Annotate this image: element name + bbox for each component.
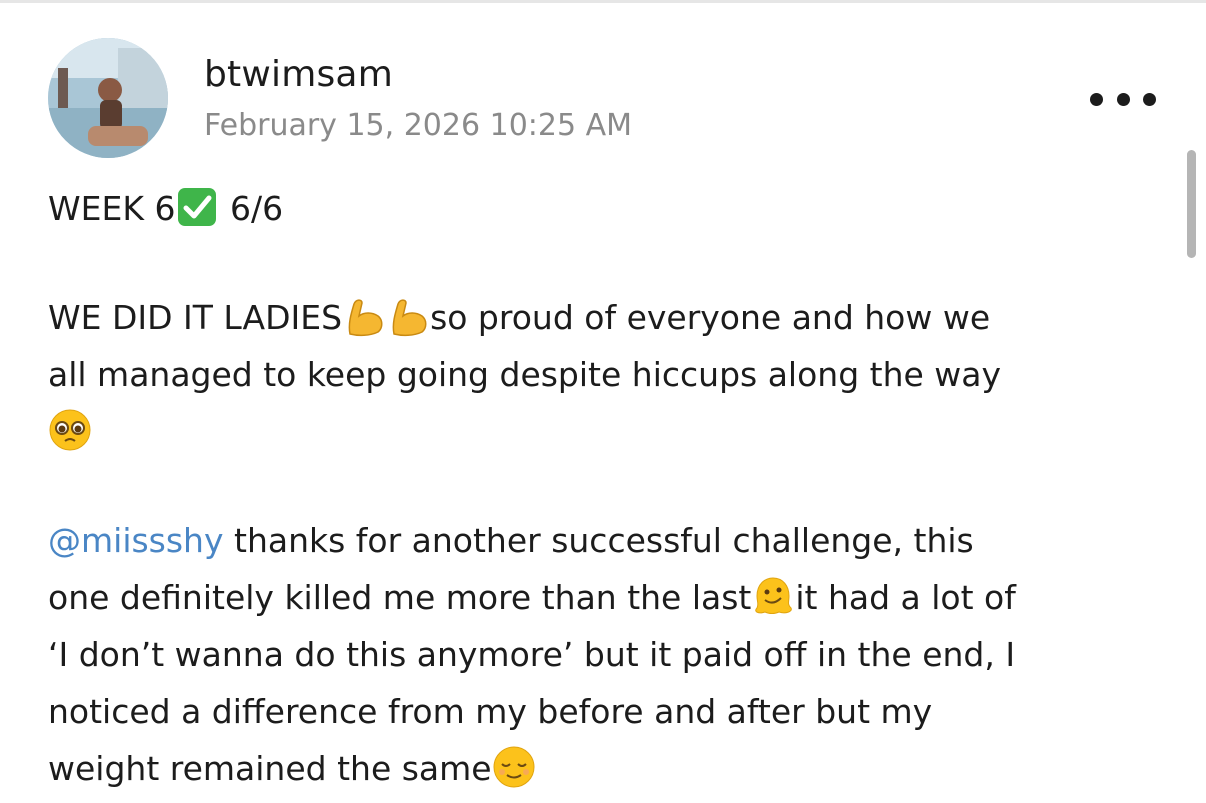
post-timestamp: February 15, 2026 10:25 AM [204, 108, 632, 143]
post-card: btwimsam February 15, 2026 10:25 AM WEEK… [0, 0, 1206, 803]
melting-face-emoji [751, 574, 795, 618]
post-line: WE DID IT LADIES so proud of everyone and… [48, 289, 1163, 346]
post-text: so proud of everyone and how we [430, 298, 991, 337]
post-text: thanks for another successful challenge,… [223, 521, 974, 560]
post-text: WE DID IT LADIES [48, 298, 343, 337]
pleading-face-emoji [48, 408, 92, 452]
dot [1090, 92, 1103, 106]
avatar[interactable] [48, 38, 168, 158]
post-line: ‘I don’t wanna do this anymore’ but it p… [48, 635, 1016, 674]
more-options-icon[interactable] [1090, 84, 1156, 114]
post-line: weight remained the same [48, 740, 1163, 797]
post-line: @miissshy thanks for another successful … [48, 512, 1163, 569]
check-mark-button-emoji [175, 185, 219, 229]
post-line: all managed to keep going despite hiccup… [48, 355, 1002, 394]
dot [1116, 92, 1130, 106]
post-text: one definitely killed me more than the l… [48, 578, 752, 617]
post-text: weight remained the same [48, 749, 492, 788]
post-text: 6/6 [219, 189, 284, 228]
mention-link[interactable]: @miissshy [48, 521, 224, 560]
post-line [48, 403, 1163, 460]
post-text: it had a lot of [795, 578, 1016, 617]
post-line: noticed a difference from my before and … [48, 692, 933, 731]
post-line: one definitely killed me more than the l… [48, 569, 1163, 626]
username[interactable]: btwimsam [204, 54, 393, 95]
flexed-biceps-emoji [342, 294, 386, 338]
post-line: WEEK 6 6/6 [48, 180, 1163, 237]
flexed-biceps-emoji [386, 294, 430, 338]
post-text: WEEK 6 [48, 189, 176, 228]
relieved-face-emoji [492, 745, 536, 789]
scrollbar[interactable] [1187, 150, 1196, 258]
post-body: WEEK 6 6/6 WE DID IT LADIES so proud of e… [48, 180, 1163, 797]
dot [1143, 92, 1156, 106]
